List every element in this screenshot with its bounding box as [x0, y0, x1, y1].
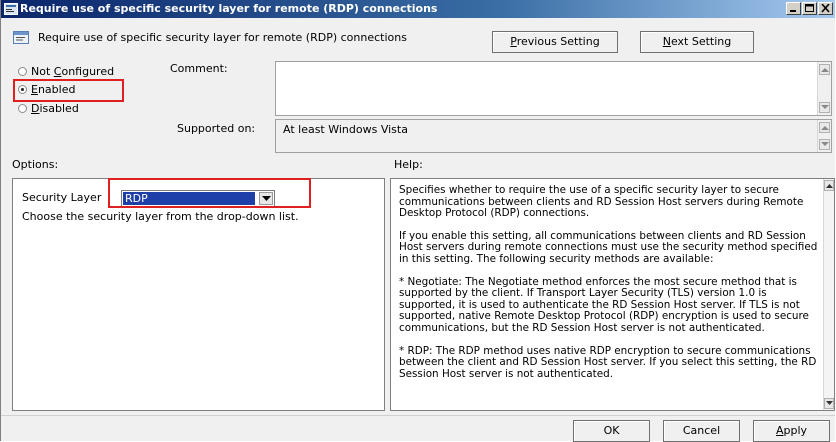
- comment-label: Comment:: [170, 62, 228, 75]
- apply-accel: A: [775, 424, 784, 437]
- minimize-button[interactable]: [786, 2, 801, 15]
- help-label: Help:: [394, 158, 423, 171]
- minimize-icon: [790, 10, 796, 12]
- help-scroll-down[interactable]: [824, 398, 834, 409]
- title-bar[interactable]: Require use of specific security layer f…: [1, 0, 835, 18]
- help-text: Specifies whether to require the use of …: [399, 184, 823, 391]
- comment-scroll-up[interactable]: [819, 64, 830, 75]
- previous-setting-button[interactable]: Previous Setting: [492, 31, 618, 53]
- not-configured-rest: onfigured: [61, 65, 115, 78]
- next-setting-accel: N: [662, 35, 671, 48]
- cancel-label: Cancel: [682, 424, 721, 437]
- radio-not-configured-circle[interactable]: [18, 67, 27, 76]
- help-paragraph: * RDP: The RDP method uses native RDP en…: [399, 344, 817, 380]
- help-paragraph: Specifies whether to require the use of …: [399, 184, 804, 220]
- supported-on-scrollbar[interactable]: [817, 120, 831, 152]
- scroll-up-icon: [826, 184, 833, 188]
- apply-button[interactable]: Apply: [753, 420, 830, 442]
- options-pane: Security Layer RDP Choose the security l…: [12, 178, 385, 411]
- cancel-button[interactable]: Cancel: [663, 420, 740, 442]
- radio-disabled-label: Disabled: [31, 101, 79, 117]
- security-layer-label: Security Layer: [22, 191, 102, 204]
- ok-label: OK: [603, 424, 620, 437]
- scroll-up-icon: [821, 68, 829, 72]
- help-scrollbar[interactable]: [823, 179, 834, 410]
- help-scroll-up[interactable]: [824, 180, 834, 191]
- dropdown-highlight-box: [108, 178, 311, 208]
- policy-app-icon: [4, 3, 18, 15]
- comment-scroll-down[interactable]: [819, 102, 830, 113]
- window-title: Require use of specific security layer f…: [20, 2, 438, 15]
- not-configured-prefix: Not: [31, 65, 54, 78]
- previous-setting-label: revious Setting: [516, 35, 600, 48]
- next-setting-button[interactable]: Next Setting: [640, 31, 754, 53]
- scroll-down-icon: [821, 105, 829, 109]
- maximize-button[interactable]: [802, 2, 817, 15]
- supported-on-label: Supported on:: [177, 122, 256, 135]
- scroll-down-icon: [826, 401, 833, 405]
- apply-rest: pply: [783, 424, 808, 437]
- help-pane: Specifies whether to require the use of …: [390, 178, 835, 411]
- ok-button[interactable]: OK: [573, 420, 650, 442]
- footer-divider: [1, 415, 835, 416]
- policy-dialog: Require use of specific security layer f…: [0, 0, 835, 442]
- scroll-up-icon: [821, 126, 829, 130]
- disabled-rest: isabled: [39, 102, 79, 115]
- help-paragraph: * Negotiate: The Negotiate method enforc…: [399, 275, 809, 334]
- close-button[interactable]: [818, 2, 833, 15]
- options-label: Options:: [12, 158, 59, 171]
- comment-scrollbar[interactable]: [817, 62, 831, 115]
- next-setting-label: ext Setting: [670, 35, 732, 48]
- policy-name: Require use of specific security layer f…: [38, 31, 407, 44]
- close-icon: [821, 4, 830, 13]
- supported-scroll-down[interactable]: [819, 139, 830, 150]
- radio-disabled-circle[interactable]: [18, 104, 27, 113]
- comment-textbox[interactable]: [275, 61, 832, 116]
- supported-scroll-up[interactable]: [819, 122, 830, 133]
- maximize-icon: [805, 4, 814, 12]
- enabled-highlight-box: [13, 79, 124, 102]
- policy-setting-icon: [13, 31, 29, 44]
- radio-not-configured-label: Not Configured: [31, 64, 114, 80]
- help-paragraph: If you enable this setting, all communic…: [399, 229, 818, 265]
- security-layer-instruction: Choose the security layer from the drop-…: [22, 210, 299, 223]
- supported-on-box: At least Windows Vista: [275, 119, 832, 153]
- scroll-down-icon: [821, 142, 829, 146]
- supported-on-value: At least Windows Vista: [283, 123, 408, 136]
